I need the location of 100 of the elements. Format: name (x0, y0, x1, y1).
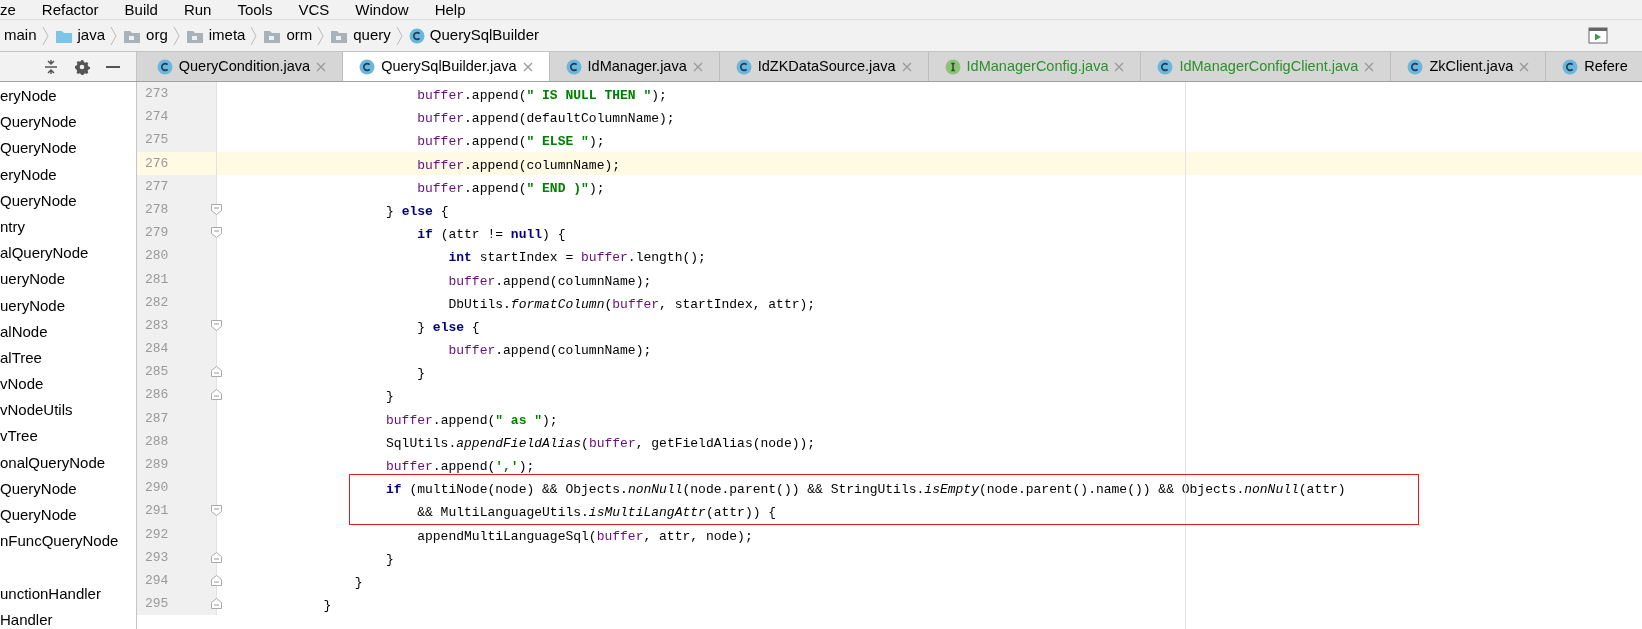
tree-item[interactable]: nFuncQueryNode (0, 528, 136, 555)
close-icon[interactable] (522, 61, 533, 72)
close-icon[interactable] (316, 61, 327, 72)
code-line: buffer.append(columnName); (417, 156, 621, 175)
menu-item[interactable]: Help (434, 0, 466, 19)
menu-item[interactable]: VCS (298, 0, 330, 19)
interface-icon (944, 58, 961, 75)
tree-item[interactable]: alTree (0, 344, 136, 372)
code-line: buffer.append(defaultColumnName); (417, 110, 675, 129)
class-icon (1562, 58, 1579, 75)
tree-item[interactable]: eryNode (0, 83, 136, 110)
class-icon (1407, 58, 1424, 75)
fold-icon[interactable] (211, 551, 222, 563)
class-icon (565, 58, 582, 75)
tree-item[interactable]: vNodeUtils (0, 397, 136, 424)
line-number: 294 (145, 571, 169, 590)
breadcrumb-item[interactable]: QuerySqlBuilder (429, 24, 539, 47)
breadcrumb-item[interactable]: orm (286, 24, 313, 47)
breadcrumb-item[interactable]: org (146, 24, 168, 47)
tree-item[interactable]: alNode (0, 318, 136, 345)
close-icon[interactable] (1364, 61, 1375, 72)
code-line: } (323, 597, 332, 616)
breadcrumb-item[interactable]: main (4, 24, 37, 47)
line-number: 290 (145, 479, 169, 498)
fold-icon[interactable] (211, 366, 222, 378)
tree-item[interactable]: vNode (0, 371, 136, 398)
line-number: 273 (145, 85, 169, 103)
chevron-icon (40, 25, 51, 46)
tree-item[interactable]: onalQueryNode (0, 449, 136, 476)
tree-item[interactable]: unctionHandler (0, 580, 136, 607)
code-line: } else { (417, 318, 480, 337)
tree-item[interactable]: ueryNode (0, 266, 136, 293)
code-line: buffer.append(','); (386, 458, 535, 476)
code-line: if (attr != null) { (417, 226, 566, 245)
tree-item[interactable]: ntry (0, 213, 136, 241)
code-line: int startIndex = buffer.length(); (448, 249, 706, 268)
line-number: 295 (145, 595, 169, 614)
line-number: 281 (145, 270, 169, 289)
collapse-icon[interactable] (43, 59, 58, 74)
code-line: } else { (386, 202, 449, 221)
menu-item[interactable]: Refactor (41, 0, 99, 19)
tree-item[interactable]: QueryNode (0, 502, 136, 529)
line-number: 279 (145, 224, 169, 243)
code-line: } (417, 365, 426, 384)
fold-icon[interactable] (211, 227, 222, 239)
menu-item[interactable]: Window (355, 0, 409, 19)
line-number: 289 (145, 456, 169, 474)
tree-item[interactable]: QueryNode (0, 187, 136, 214)
code-line: if (multiNode(node) && Objects.nonNull(node.parent()) && StringUtils.isEmpty(node.parent().name()) && Objects.nonNull(attr) (386, 481, 1346, 500)
line-number: 274 (145, 108, 169, 127)
code-line: && MultiLanguageUtils.isMultiLangAttr(attr)) { (417, 504, 777, 523)
chevron-icon (171, 25, 182, 46)
fold-icon[interactable] (211, 574, 222, 586)
line-number: 291 (145, 502, 169, 521)
fold-icon[interactable] (211, 389, 222, 401)
tree-item[interactable]: ueryNode (0, 292, 136, 319)
code-line: buffer.append(" ELSE "); (417, 133, 605, 152)
close-icon[interactable] (1519, 61, 1530, 72)
code-line: buffer.append(" END )"); (417, 179, 605, 198)
fold-icon[interactable] (211, 319, 222, 331)
line-number: 292 (145, 525, 169, 544)
menu-item[interactable]: Run (183, 0, 212, 19)
tree-item[interactable]: QueryNode (0, 475, 136, 502)
close-icon[interactable] (1114, 61, 1125, 72)
line-number: 286 (145, 386, 169, 405)
tree-item[interactable]: QueryNode (0, 135, 136, 162)
menu-item[interactable]: Tools (237, 0, 273, 19)
code-line: } (354, 573, 363, 592)
code-line: buffer.append(columnName); (448, 342, 652, 361)
code-line: } (386, 388, 394, 407)
line-number: 278 (145, 200, 169, 219)
line-number: 287 (145, 409, 169, 428)
breadcrumb-item[interactable]: query (353, 24, 391, 47)
settings-icon[interactable] (73, 58, 90, 75)
class-icon (156, 58, 173, 75)
tree-item[interactable]: alQueryNode (0, 240, 136, 267)
breadcrumb-item[interactable]: java (77, 24, 106, 47)
close-icon[interactable] (901, 61, 912, 72)
line-number: 277 (145, 177, 169, 196)
menu-item[interactable]: Build (124, 0, 158, 19)
code-line: SqlUtils.appendFieldAlias(buffer, getFieldAlias(node)); (386, 434, 816, 453)
fold-icon[interactable] (211, 598, 222, 610)
editor-tab[interactable]: QuerySqlBuilder.java (343, 52, 550, 81)
code-line: buffer.append(" IS NULL THEN "); (417, 87, 667, 105)
run-window-icon[interactable] (1588, 26, 1608, 45)
tree-item[interactable]: QueryNode (0, 109, 136, 136)
menu-item[interactable]: ze (0, 0, 16, 19)
line-number: 282 (145, 293, 169, 312)
breadcrumb-item[interactable]: imeta (208, 24, 246, 47)
line-number: 280 (145, 247, 169, 266)
class-icon (1157, 58, 1174, 75)
tree-item[interactable]: vTree (0, 423, 136, 450)
fold-icon[interactable] (211, 505, 222, 517)
tree-item[interactable]: eryNode (0, 161, 136, 188)
code-line: buffer.append(" as "); (386, 411, 558, 430)
close-icon[interactable] (692, 61, 703, 72)
class-icon (408, 27, 425, 44)
class-icon (735, 58, 752, 75)
tree-item[interactable]: Handler (0, 606, 136, 629)
fold-icon[interactable] (211, 203, 222, 215)
